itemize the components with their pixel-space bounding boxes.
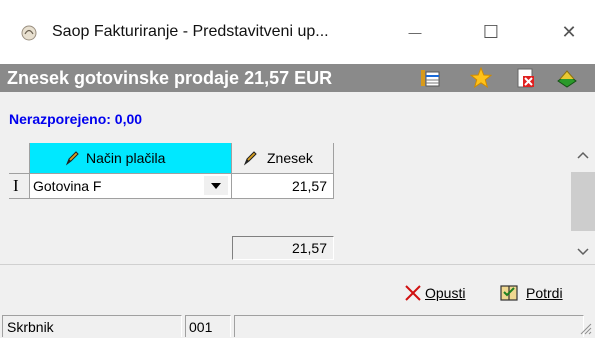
payment-method-value: Gotovina F [33, 178, 102, 194]
row-cursor-marker: I [13, 176, 19, 195]
payment-method-dropdown-button[interactable] [204, 176, 228, 195]
status-user: Skrbnik [2, 315, 182, 337]
resize-grip-icon[interactable] [580, 323, 592, 335]
cash-sale-amount-title: Znesek gotovinske prodaje 21,57 EUR [7, 68, 333, 88]
amount-value: 21,57 [291, 178, 327, 194]
scrollbar-thumb[interactable] [571, 172, 595, 231]
minimize-icon: — [408, 24, 422, 40]
row-indicator: I [9, 174, 30, 199]
column-label-amount: Znesek [267, 150, 313, 166]
maximize-button[interactable]: ☐ [468, 12, 514, 52]
cancel-button-label: Opusti [425, 285, 466, 301]
pencil-icon [243, 151, 257, 166]
unallocated-amount: Nerazporejeno: 0,00 [9, 111, 143, 127]
status-extra [234, 315, 584, 337]
column-header-payment-method[interactable]: Način plačila [30, 143, 232, 174]
column-header-amount[interactable]: Znesek [232, 143, 334, 174]
list-table-icon[interactable] [419, 67, 441, 89]
close-icon: ✕ [561, 21, 577, 42]
window-title: Saop Fakturiranje - Predstavitveni up... [52, 23, 329, 40]
payment-method-select[interactable]: Gotovina F [30, 174, 232, 199]
dropdown-arrow-icon [211, 182, 221, 189]
close-window-button[interactable]: ✕ [546, 12, 592, 52]
amount-cell[interactable]: 21,57 [232, 174, 334, 199]
cancel-x-icon [405, 285, 421, 301]
confirm-book-icon [500, 285, 518, 301]
cancel-button[interactable]: Opusti [404, 280, 465, 306]
star-icon[interactable] [470, 67, 492, 89]
book-icon[interactable] [556, 67, 578, 89]
scroll-down-icon[interactable] [577, 248, 589, 256]
delete-document-icon[interactable] [515, 67, 537, 89]
pencil-icon [65, 151, 79, 166]
app-logo-icon [21, 25, 37, 41]
scroll-up-icon[interactable] [577, 151, 589, 159]
grid-header-stub [9, 143, 30, 174]
divider [0, 264, 595, 265]
confirm-button[interactable]: Potrdi [499, 280, 563, 306]
confirm-button-label: Potrdi [526, 285, 563, 301]
minimize-button[interactable]: — [392, 12, 438, 52]
amount-total: 21,57 [232, 236, 334, 260]
column-label-payment-method: Način plačila [86, 150, 166, 166]
maximize-icon: ☐ [482, 21, 500, 42]
amount-total-value: 21,57 [291, 240, 327, 256]
status-code: 001 [185, 315, 231, 337]
